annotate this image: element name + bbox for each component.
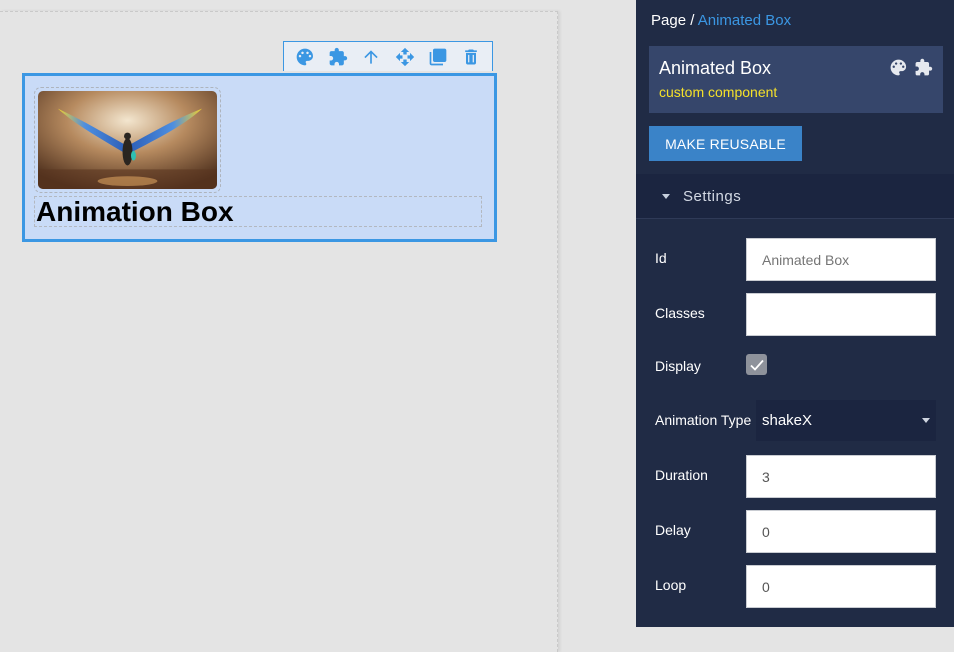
- delay-field[interactable]: [746, 510, 936, 553]
- make-reusable-button[interactable]: MAKE REUSABLE: [649, 126, 802, 161]
- duration-field[interactable]: [746, 455, 936, 498]
- component-card: Animated Box custom component: [649, 46, 943, 113]
- loop-field[interactable]: [746, 565, 936, 608]
- puzzle-icon[interactable]: [327, 46, 349, 68]
- classes-field[interactable]: [746, 293, 936, 336]
- palette-icon[interactable]: [889, 58, 908, 82]
- breadcrumb-separator: /: [686, 12, 698, 29]
- breadcrumb-root[interactable]: Page: [651, 12, 686, 29]
- loop-label: Loop: [655, 577, 687, 593]
- display-checkbox[interactable]: [746, 354, 767, 375]
- settings-section-title: Settings: [683, 188, 742, 205]
- checkmark-icon: [749, 359, 764, 371]
- id-label: Id: [655, 250, 667, 266]
- editor-canvas[interactable]: Animation Box: [0, 0, 636, 652]
- caret-down-icon: [662, 194, 670, 199]
- animation-type-select[interactable]: shakeX: [756, 400, 936, 441]
- classes-label: Classes: [655, 305, 705, 321]
- duration-label: Duration: [655, 467, 708, 483]
- move-icon[interactable]: [394, 46, 416, 68]
- animation-box-title[interactable]: Animation Box: [34, 196, 482, 227]
- settings-panel: Page / Animated Box Animated Box custom …: [636, 0, 954, 627]
- trash-icon[interactable]: [460, 46, 482, 68]
- display-label: Display: [655, 358, 701, 374]
- component-toolbar: [283, 41, 493, 71]
- winged-figure-image[interactable]: [34, 87, 221, 193]
- component-icons: [889, 58, 933, 82]
- settings-section-toggle[interactable]: Settings: [636, 174, 954, 219]
- breadcrumb: Page / Animated Box: [651, 12, 791, 29]
- animation-type-label: Animation Type: [655, 412, 752, 428]
- copy-icon[interactable]: [427, 46, 449, 68]
- id-field[interactable]: [746, 238, 936, 281]
- component-name: Animated Box: [659, 58, 772, 78]
- arrow-up-icon[interactable]: [360, 46, 382, 68]
- breadcrumb-current[interactable]: Animated Box: [698, 12, 791, 29]
- palette-icon[interactable]: [294, 46, 316, 68]
- component-subtitle: custom component: [659, 84, 778, 100]
- delay-label: Delay: [655, 522, 691, 538]
- dropdown-arrow-icon: [922, 418, 930, 423]
- puzzle-icon[interactable]: [914, 58, 933, 82]
- animation-type-value: shakeX: [762, 412, 813, 429]
